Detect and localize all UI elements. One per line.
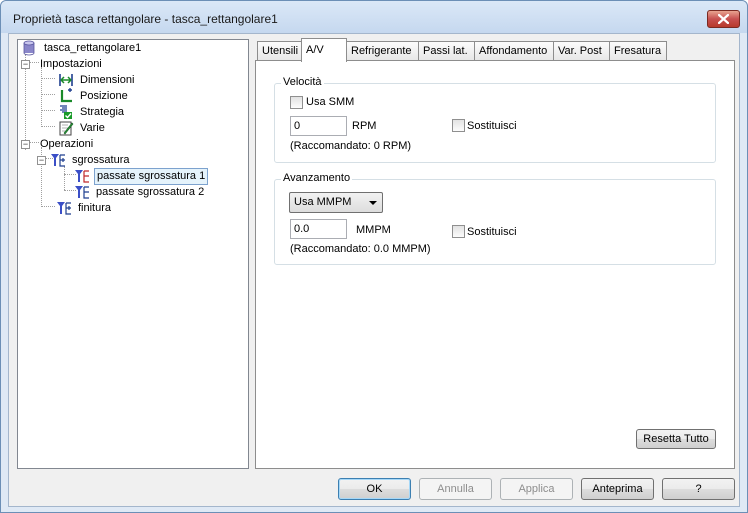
dimensions-icon [58, 72, 74, 88]
tree-connector [41, 126, 55, 127]
tree-node-label: Impostazioni [40, 57, 102, 70]
tree-node-roughing[interactable]: sgrossatura [50, 152, 131, 168]
speed-override-checkbox[interactable] [452, 119, 465, 132]
tree-node-finishing[interactable]: finitura [56, 200, 113, 216]
tab-stepdown[interactable]: Affondamento [474, 41, 554, 61]
use-smm-checkbox[interactable] [290, 96, 303, 109]
close-x-icon [718, 14, 729, 24]
tab-coolant[interactable]: Refrigerante [346, 41, 419, 61]
tree-node-roughing-pass-2[interactable]: passate sgrossatura 2 [74, 184, 206, 200]
tool-pass-icon [74, 168, 90, 184]
tree-expander-roughing[interactable]: − [37, 156, 46, 165]
feed-override-label: Sostituisci [467, 226, 517, 238]
speed-override-label: Sostituisci [467, 120, 517, 132]
title-bar[interactable]: Proprietà tasca rettangolare - tasca_ret… [1, 1, 747, 33]
help-button[interactable]: ? [662, 478, 735, 500]
tree-expander-settings[interactable]: − [21, 60, 30, 69]
tree-node-label: passate sgrossatura 2 [96, 185, 205, 198]
pencil-sheet-icon [58, 120, 74, 136]
tool-operation-icon [56, 200, 72, 216]
feed-rate-input[interactable]: 0.0 [290, 219, 347, 239]
tree-node-label: Varie [80, 121, 105, 134]
tool-pass-icon [74, 184, 90, 200]
tree-node-dimensions[interactable]: Dimensioni [58, 72, 136, 88]
cylinder-icon [22, 40, 38, 56]
close-button[interactable] [707, 10, 740, 28]
tab-milling[interactable]: Fresatura [609, 41, 667, 61]
feed-group-legend: Avanzamento [281, 172, 353, 184]
tab-stepover[interactable]: Passi lat. [418, 41, 475, 61]
tree-node-root[interactable]: tasca_rettangolare1 [22, 40, 143, 56]
tool-operation-icon [50, 152, 66, 168]
window-title: Proprietà tasca rettangolare - tasca_ret… [13, 12, 278, 26]
feed-recommended-text: (Raccomandato: 0.0 MMPM) [290, 243, 431, 255]
chevron-down-icon [369, 201, 377, 205]
tree-node-label: passate sgrossatura 1 [94, 167, 209, 185]
operation-tree[interactable]: tasca_rettangolare1 − Impostazioni Dimen… [17, 39, 249, 469]
tree-node-label: Dimensioni [80, 73, 135, 86]
dialog-client-area: tasca_rettangolare1 − Impostazioni Dimen… [8, 33, 740, 507]
mmpm-unit-label: MMPM [356, 224, 391, 236]
tab-speeds-feeds[interactable]: A/V [301, 38, 347, 62]
tree-node-label: sgrossatura [72, 153, 130, 166]
position-axes-icon [58, 88, 74, 104]
tree-node-roughing-pass-1[interactable]: passate sgrossatura 1 [74, 167, 209, 185]
tree-node-position[interactable]: Posizione [58, 88, 130, 104]
tab-panel-speeds-feeds: Velocità Usa SMM 0 RPM Sostituisci (Racc… [255, 60, 735, 469]
tree-node-strategy[interactable]: Strategia [58, 104, 126, 120]
rpm-unit-label: RPM [352, 120, 377, 132]
tree-node-label: Operazioni [40, 137, 94, 150]
feed-mode-select[interactable]: Usa MMPM [289, 192, 383, 213]
tree-node-label: finitura [78, 201, 112, 214]
tree-connector [64, 166, 65, 190]
feed-mode-value: Usa MMPM [294, 196, 352, 208]
tree-expander-operations[interactable]: − [21, 140, 30, 149]
speed-recommended-text: (Raccomandato: 0 RPM) [290, 140, 412, 152]
tree-node-label: Posizione [80, 89, 128, 102]
tree-connector [41, 110, 55, 111]
tab-post-vars[interactable]: Var. Post [553, 41, 610, 61]
dialog-window: Proprietà tasca rettangolare - tasca_ret… [0, 0, 748, 513]
tree-node-operations[interactable]: Operazioni [38, 136, 95, 152]
tree-connector [41, 94, 55, 95]
tree-node-label: Strategia [80, 105, 125, 118]
use-smm-label: Usa SMM [306, 96, 355, 108]
spindle-speed-input[interactable]: 0 [290, 116, 347, 136]
tab-tools[interactable]: Utensili [257, 41, 302, 61]
tree-node-settings[interactable]: Impostazioni [38, 56, 104, 72]
reset-all-button[interactable]: Resetta Tutto [636, 429, 716, 449]
preview-button[interactable]: Anteprima [581, 478, 654, 500]
ok-button[interactable]: OK [338, 478, 411, 500]
strategy-icon [58, 104, 74, 120]
tree-node-label: tasca_rettangolare1 [44, 41, 142, 54]
apply-button[interactable]: Applica [500, 478, 573, 500]
cancel-button[interactable]: Annulla [419, 478, 492, 500]
speed-group-legend: Velocità [281, 76, 324, 88]
tree-connector [41, 78, 55, 79]
tree-connector [41, 67, 42, 127]
tree-node-misc[interactable]: Varie [58, 120, 107, 136]
feed-override-checkbox[interactable] [452, 225, 465, 238]
tree-connector [41, 206, 55, 207]
